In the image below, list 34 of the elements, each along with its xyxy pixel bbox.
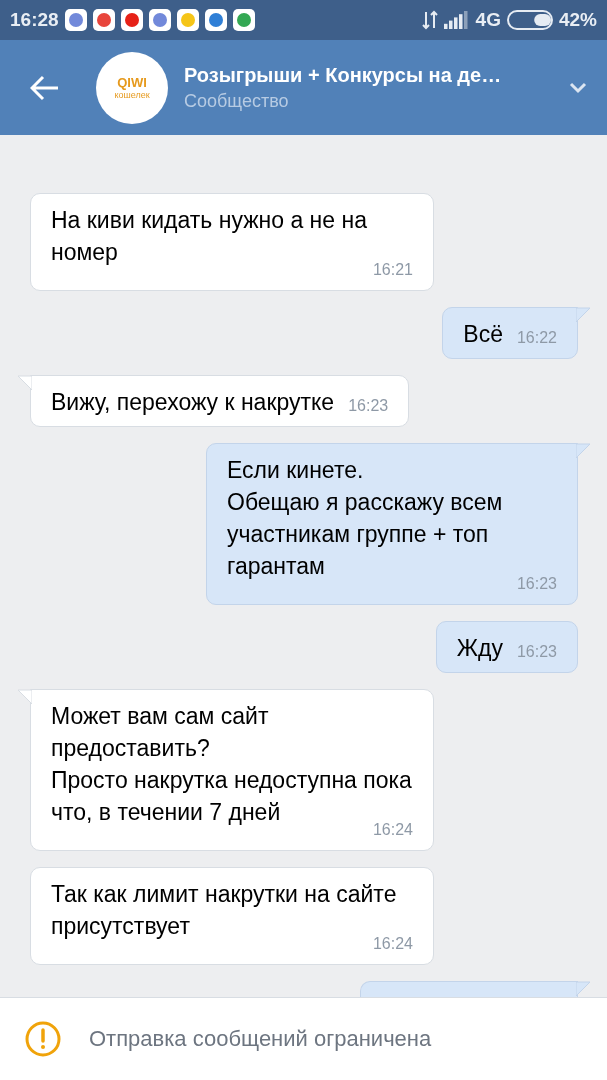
notification-icon [92, 9, 115, 31]
message-text: Вижу, перехожу к накрутке [51, 388, 335, 417]
data-transfer-icon [421, 10, 438, 30]
avatar-logo-subtext: кошелек [114, 90, 150, 100]
message-text: Жду [456, 634, 503, 663]
network-label: 4G [475, 9, 501, 31]
message-text: Всё [463, 320, 503, 349]
chat-title: Розыгрыши + Конкурсы на де… [184, 63, 503, 87]
notification-icon [148, 9, 171, 31]
battery-percent: 42% [558, 9, 597, 31]
message-time: 16:23 [515, 574, 557, 594]
battery-icon [506, 10, 553, 30]
notification-icon [64, 9, 87, 31]
message-time: 16:23 [347, 396, 389, 416]
signal-icon [443, 11, 470, 29]
message-time: 16:23 [515, 642, 557, 662]
back-icon[interactable] [30, 74, 60, 101]
message-time: 16:24 [371, 934, 413, 954]
group-avatar[interactable]: QIWI кошелек [96, 51, 168, 124]
avatar-logo-text: QIWI [117, 75, 147, 90]
notification-icon [232, 9, 255, 31]
message-time: 16:24 [371, 820, 413, 840]
notice-text: Отправка сообщений ограничена [89, 1026, 432, 1052]
notification-icon [176, 9, 199, 31]
warning-icon [25, 1021, 61, 1057]
notification-icon [120, 9, 143, 31]
chevron-down-icon[interactable] [569, 81, 587, 94]
notification-icon [204, 9, 227, 31]
message-text: На киви кидать нужно а не на номер [51, 206, 368, 267]
message-time: 16:21 [371, 260, 413, 280]
message-time: 16:22 [515, 328, 557, 348]
chat-subtitle: Сообщество [184, 90, 290, 112]
clock: 16:28 [10, 9, 59, 31]
message-text: Если кинете. Обещаю я расскажу всем участникам группе + топ гарантам [227, 456, 504, 581]
